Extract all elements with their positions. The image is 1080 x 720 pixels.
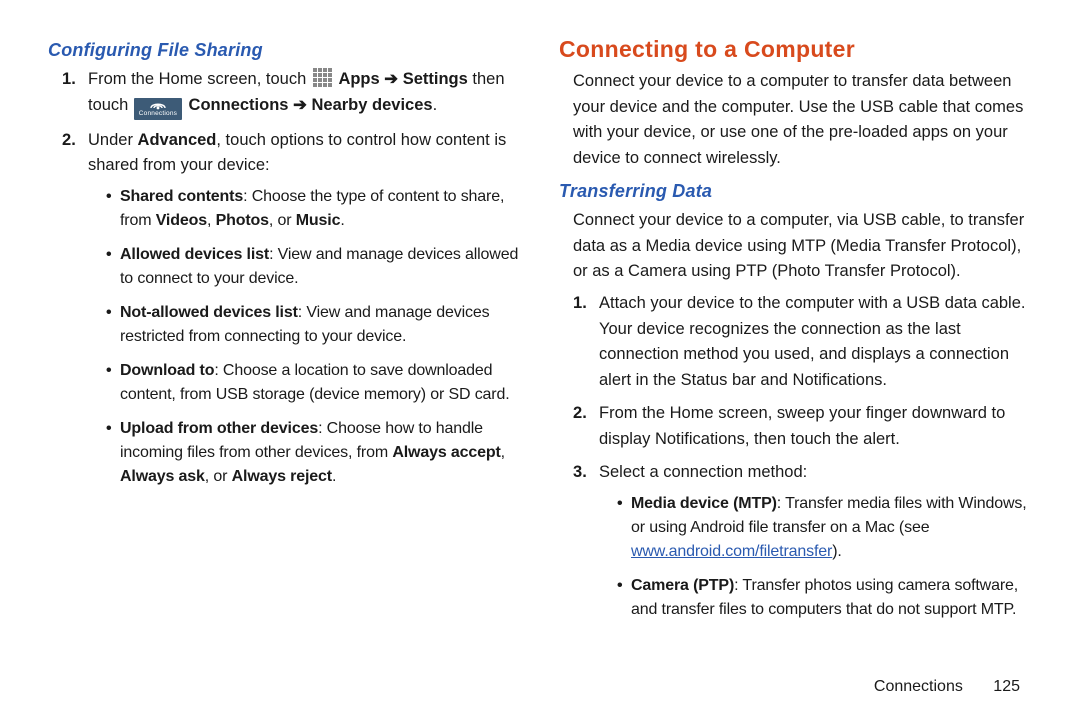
left-column: Configuring File Sharing From the Home s…: [48, 30, 521, 700]
arrow-icon: ➔: [293, 96, 311, 114]
apps-label: Apps: [338, 70, 379, 88]
text: ,: [501, 444, 505, 461]
music-label: Music: [296, 212, 341, 229]
manual-page: Configuring File Sharing From the Home s…: [0, 0, 1080, 720]
nearby-devices-label: Nearby devices: [311, 96, 432, 114]
option-name: Not-allowed devices list: [120, 304, 298, 321]
option-name: Download to: [120, 362, 214, 379]
intro-paragraph: Connect your device to a computer to tra…: [559, 69, 1032, 171]
option-name: Allowed devices list: [120, 246, 269, 263]
chapter-name: Connections: [874, 678, 963, 695]
page-number: 125: [993, 678, 1020, 695]
step-2: From the Home screen, sweep your finger …: [573, 401, 1032, 452]
option-name: Shared contents: [120, 188, 243, 205]
text: Select a connection method:: [599, 463, 807, 481]
settings-label: Settings: [403, 70, 468, 88]
configuring-steps: From the Home screen, touch Apps ➔ Setti…: [48, 67, 521, 489]
page-footer: Connections 125: [874, 678, 1020, 696]
advanced-label: Advanced: [138, 131, 217, 149]
list-item: Camera (PTP): Transfer photos using came…: [617, 574, 1032, 622]
text: .: [433, 96, 438, 114]
list-item: Allowed devices list: View and manage de…: [106, 243, 521, 291]
list-item: Upload from other devices: Choose how to…: [106, 417, 521, 489]
option-name: Camera (PTP): [631, 577, 734, 594]
step-2: Under Advanced, touch options to control…: [62, 128, 521, 489]
connecting-to-computer-heading: Connecting to a Computer: [559, 36, 1032, 63]
always-accept-label: Always accept: [392, 444, 500, 461]
connection-method-list: Media device (MTP): Transfer media files…: [599, 492, 1032, 622]
always-ask-label: Always ask: [120, 468, 205, 485]
step-3: Select a connection method: Media device…: [573, 460, 1032, 622]
step-1: Attach your device to the computer with …: [573, 291, 1032, 393]
connections-label: Connections: [189, 96, 289, 114]
text: , or: [269, 212, 296, 229]
right-column: Connecting to a Computer Connect your de…: [559, 30, 1032, 700]
options-list: Shared contents: Choose the type of cont…: [88, 185, 521, 489]
always-reject-label: Always reject: [232, 468, 332, 485]
option-name: Upload from other devices: [120, 420, 318, 437]
transferring-steps: Attach your device to the computer with …: [559, 291, 1032, 622]
list-item: Not-allowed devices list: View and manag…: [106, 301, 521, 349]
text: Under: [88, 131, 138, 149]
transferring-data-heading: Transferring Data: [559, 181, 1032, 202]
apps-grid-icon: [313, 68, 332, 87]
text: .: [332, 468, 336, 485]
option-name: Media device (MTP): [631, 495, 777, 512]
connections-tile-icon: Connections: [134, 98, 182, 120]
text: ,: [207, 212, 216, 229]
photos-label: Photos: [216, 212, 269, 229]
connections-tile-label: Connections: [134, 111, 182, 118]
text: From the Home screen, touch: [88, 70, 311, 88]
configuring-file-sharing-heading: Configuring File Sharing: [48, 40, 521, 61]
list-item: Download to: Choose a location to save d…: [106, 359, 521, 407]
list-item: Shared contents: Choose the type of cont…: [106, 185, 521, 233]
videos-label: Videos: [156, 212, 207, 229]
text: ).: [832, 543, 841, 560]
android-filetransfer-link[interactable]: www.android.com/filetransfer: [631, 543, 832, 560]
arrow-icon: ➔: [384, 70, 402, 88]
list-item: Media device (MTP): Transfer media files…: [617, 492, 1032, 564]
step-1: From the Home screen, touch Apps ➔ Setti…: [62, 67, 521, 120]
text: .: [340, 212, 344, 229]
transferring-data-paragraph: Connect your device to a computer, via U…: [559, 208, 1032, 285]
text: , or: [205, 468, 232, 485]
